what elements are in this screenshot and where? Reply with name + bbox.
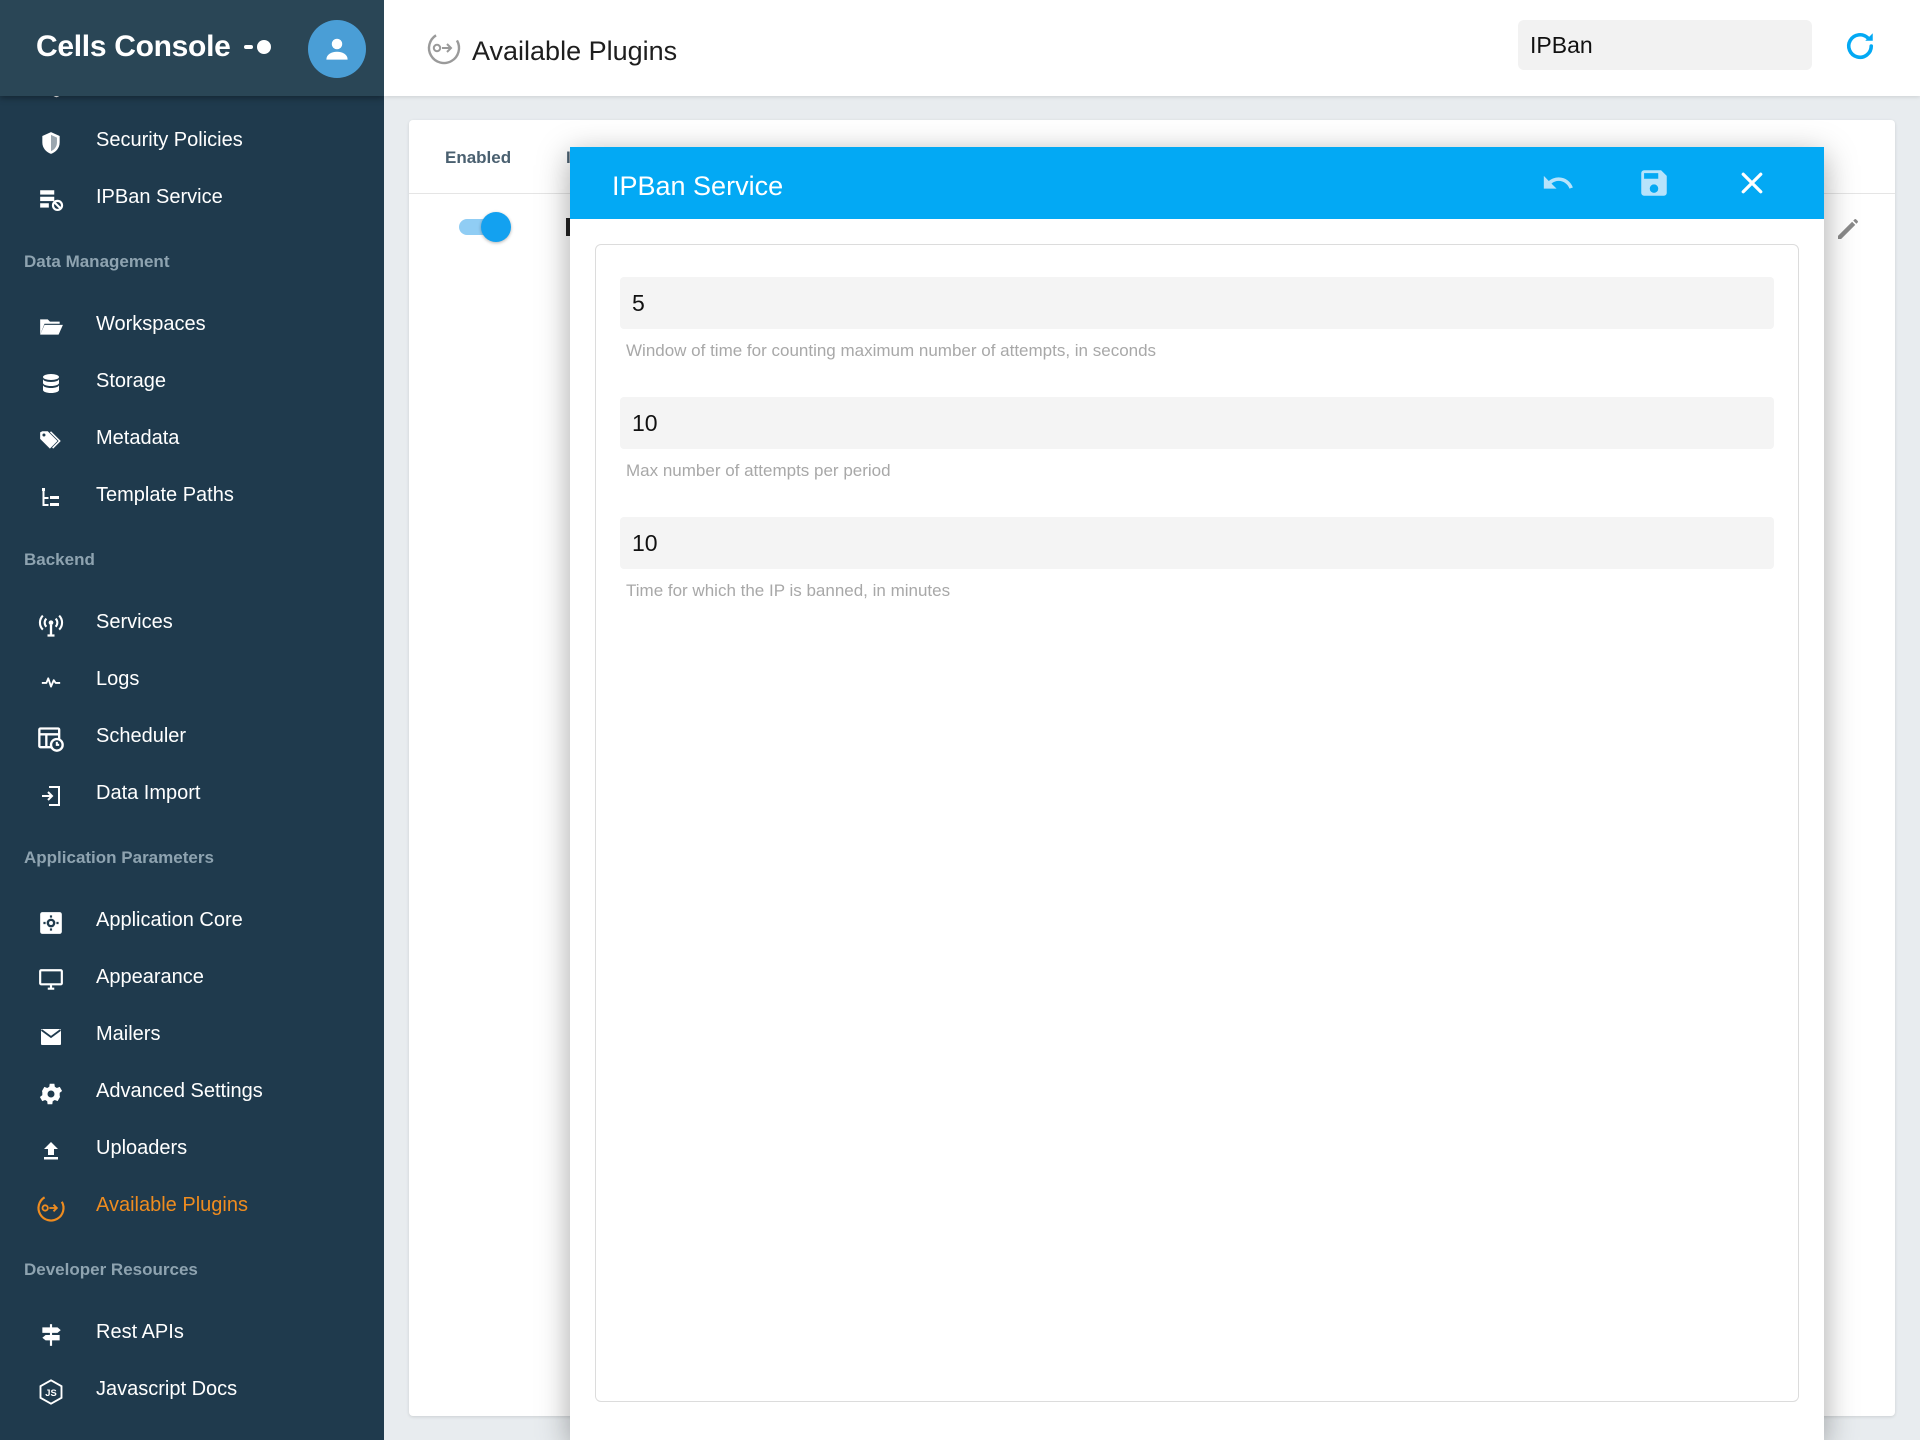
signpost-icon	[36, 1320, 66, 1350]
sidebar-item-label: Appearance	[96, 966, 204, 988]
form-field-ban-time: Time for which the IP is banned, in minu…	[620, 517, 1774, 601]
sidebar-section-header: Application Parameters	[0, 824, 384, 894]
sidebar-item-label: Security Policies	[96, 129, 243, 151]
upload-icon	[36, 1136, 66, 1166]
sidebar-item-security-policies[interactable]: Security Policies	[0, 114, 384, 171]
sidebar-item-label: Available Plugins	[96, 1194, 248, 1216]
ipban-dialog: IPBan Service Window of time for countin…	[570, 147, 1824, 1440]
ipban-icon	[36, 185, 66, 215]
sidebar-item-storage[interactable]: Storage	[0, 355, 384, 412]
sidebar-item-label: Data Import	[96, 782, 201, 804]
svg-text:JS: JS	[45, 1388, 56, 1398]
user-icon	[326, 38, 348, 60]
import-icon	[36, 781, 66, 811]
sidebar-item-label: Mailers	[96, 1023, 161, 1045]
sidebar-item-label: Metadata	[96, 427, 180, 449]
undo-icon	[1543, 175, 1573, 189]
sidebar-item-label: Scheduler	[96, 725, 187, 747]
avatar[interactable]	[308, 20, 366, 78]
close-button[interactable]	[1730, 161, 1774, 205]
dialog-header: IPBan Service	[570, 147, 1824, 219]
page-title: Available Plugins	[472, 36, 678, 66]
sidebar-item-data-import[interactable]: Data Import	[0, 767, 384, 824]
close-icon	[1741, 172, 1763, 194]
plugin-icon	[427, 31, 461, 65]
gear-icon	[36, 1079, 66, 1109]
form-field-window: Window of time for counting maximum numb…	[620, 277, 1774, 361]
field-hint: Max number of attempts per period	[626, 461, 891, 480]
tree-icon	[36, 483, 66, 513]
sidebar: AuthenticationSecurity PoliciesIPBan Ser…	[0, 0, 384, 1440]
dialog-title: IPBan Service	[612, 171, 784, 201]
sidebar-item-scheduler[interactable]: Scheduler	[0, 710, 384, 767]
refresh-icon[interactable]	[1842, 28, 1878, 64]
calendar-clock-icon	[36, 724, 66, 754]
sidebar-section-label: Backend	[24, 550, 95, 569]
field-hint: Time for which the IP is banned, in minu…	[626, 581, 951, 600]
sidebar-item-label: Uploaders	[96, 1137, 188, 1159]
sidebar-section-header: Data Management	[0, 228, 384, 298]
toggle-knob	[481, 212, 511, 242]
sidebar-item-template-paths[interactable]: Template Paths	[0, 469, 384, 526]
sidebar-item-ipban-service[interactable]: IPBan Service	[0, 171, 384, 228]
sidebar-item-metadata[interactable]: Metadata	[0, 412, 384, 469]
form-field-max-attempts: Max number of attempts per period	[620, 397, 1774, 481]
save-button[interactable]	[1632, 161, 1676, 205]
toggle-icon[interactable]	[244, 36, 274, 58]
antenna-icon	[36, 610, 66, 640]
sidebar-item-label: Template Paths	[96, 484, 234, 506]
sidebar-item-mailers[interactable]: Mailers	[0, 1008, 384, 1065]
sidebar-item-label: Storage	[96, 370, 167, 392]
sidebar-item-workspaces[interactable]: Workspaces	[0, 298, 384, 355]
js-icon: JS	[36, 1377, 66, 1407]
mail-icon	[36, 1022, 66, 1052]
app-title: Cells Console	[36, 30, 231, 63]
sidebar-section-header: Backend	[0, 526, 384, 596]
sidebar-nav: AuthenticationSecurity PoliciesIPBan Ser…	[0, 72, 384, 1420]
sidebar-item-appearance[interactable]: Appearance	[0, 951, 384, 1008]
dialog-form: Window of time for counting maximum numb…	[595, 244, 1799, 1402]
database-icon	[36, 369, 66, 399]
sidebar-item-label: Services	[96, 611, 173, 633]
sidebar-item-application-core[interactable]: Application Core	[0, 894, 384, 951]
folder-icon	[36, 312, 66, 342]
sidebar-item-services[interactable]: Services	[0, 596, 384, 653]
max-attempts-input[interactable]	[620, 397, 1774, 449]
save-icon	[1641, 170, 1667, 196]
sidebar-item-label: Logs	[96, 668, 140, 690]
sidebar-item-rest-apis[interactable]: Rest APIs	[0, 1306, 384, 1363]
sidebar-item-label: Rest APIs	[96, 1321, 184, 1343]
brand-header: Cells Console	[0, 0, 384, 96]
shield-icon	[36, 128, 66, 158]
sidebar-item-label: IPBan Service	[96, 186, 223, 208]
pulse-icon	[36, 667, 66, 697]
plugin-icon	[36, 1193, 66, 1223]
sidebar-item-label: Javascript Docs	[96, 1378, 238, 1400]
sidebar-item-uploaders[interactable]: Uploaders	[0, 1122, 384, 1179]
column-header-enabled[interactable]: Enabled	[445, 148, 511, 168]
sidebar-section-header: Developer Resources	[0, 1236, 384, 1306]
sidebar-item-javascript-docs[interactable]: JS Javascript Docs	[0, 1363, 384, 1420]
monitor-icon	[36, 965, 66, 995]
top-bar: Available Plugins	[384, 0, 1920, 96]
field-hint: Window of time for counting maximum numb…	[626, 341, 1157, 360]
sidebar-item-advanced-settings[interactable]: Advanced Settings	[0, 1065, 384, 1122]
tags-icon	[36, 426, 66, 456]
window-seconds-input[interactable]	[620, 277, 1774, 329]
sidebar-item-available-plugins[interactable]: Available Plugins	[0, 1179, 384, 1236]
core-icon	[36, 908, 66, 938]
sidebar-section-label: Application Parameters	[24, 848, 214, 867]
sidebar-item-label: Workspaces	[96, 313, 206, 335]
ban-minutes-input[interactable]	[620, 517, 1774, 569]
sidebar-section-label: Data Management	[24, 252, 170, 271]
search-input[interactable]	[1518, 20, 1812, 70]
enabled-toggle[interactable]	[459, 212, 511, 242]
sidebar-item-label: Application Core	[96, 909, 243, 931]
edit-icon[interactable]	[1833, 214, 1863, 244]
sidebar-item-logs[interactable]: Logs	[0, 653, 384, 710]
undo-button[interactable]	[1536, 161, 1580, 205]
sidebar-section-label: Developer Resources	[24, 1260, 198, 1279]
sidebar-item-label: Advanced Settings	[96, 1080, 263, 1102]
